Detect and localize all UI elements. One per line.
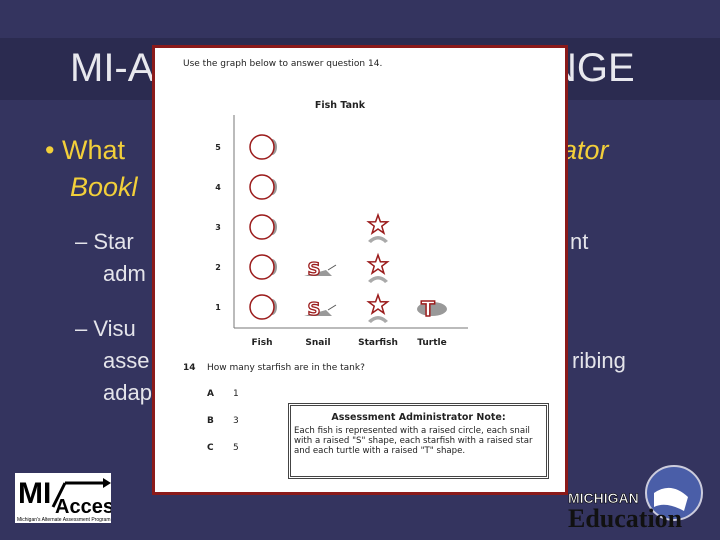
svg-text:Access: Access <box>55 496 111 518</box>
x-tick-label: Snail <box>305 338 330 348</box>
y-tick-label: 3 <box>215 223 221 232</box>
svg-text:MI: MI <box>18 477 51 510</box>
x-tick-label: Turtle <box>417 338 447 348</box>
star-starfish-icon <box>366 292 390 323</box>
s-snail-icon: S <box>304 298 337 321</box>
svg-text:Michigan's Alternate Assessmen: Michigan's Alternate Assessment Program <box>17 517 111 523</box>
x-tick-label: Fish <box>252 338 273 348</box>
circle-fish-icon <box>249 174 277 200</box>
svg-text:S: S <box>308 299 321 320</box>
administrator-note: Assessment Administrator Note: Each fish… <box>288 403 549 479</box>
circle-fish-icon <box>249 294 277 320</box>
bullet1-right: ator <box>562 135 609 165</box>
sub2-line2-right: ribing <box>572 348 626 373</box>
question-text: How many starfish are in the tank? <box>207 363 365 373</box>
option-a-value: 1 <box>233 389 239 399</box>
circle-fish-icon <box>249 214 277 240</box>
y-tick-label: 1 <box>215 303 221 312</box>
sub1-line2: adm <box>103 261 146 286</box>
option-b-value: 3 <box>233 416 239 426</box>
sub2-line2: asse <box>103 348 150 373</box>
svg-text:T: T <box>421 297 435 321</box>
question-number: 14 <box>183 363 196 373</box>
test-page-image: Use the graph below to answer question 1… <box>152 45 568 495</box>
x-tick-label: Starfish <box>358 338 398 348</box>
y-tick-label: 5 <box>215 143 221 152</box>
slide-title-left: MI-A <box>70 46 155 90</box>
star-starfish-icon <box>366 212 390 243</box>
circle-fish-icon <box>249 134 277 160</box>
option-c-value: 5 <box>233 443 239 453</box>
note-text: Each fish is represented with a raised c… <box>294 426 533 456</box>
sub2-line3: adap <box>103 380 152 405</box>
bullet1-left: • What <box>45 135 125 165</box>
s-snail-icon: S <box>304 258 337 281</box>
bullet1-line2: Bookl <box>70 172 138 202</box>
sub2-left: – Visu <box>75 316 136 341</box>
sub1-right: nt <box>570 229 589 254</box>
chart-title: Fish Tank <box>315 100 366 111</box>
svg-text:Education: Education <box>568 504 683 531</box>
circle-fish-icon <box>249 254 277 280</box>
note-title: Assessment Administrator Note: <box>331 412 506 423</box>
michigan-education-logo: MICHIGAN Education <box>566 463 706 533</box>
sub1-left: – Star <box>75 229 134 254</box>
mi-access-logo: MI Access Michigan's Alternate Assessmen… <box>15 473 125 523</box>
option-a-letter: A <box>207 389 214 399</box>
t-turtle-icon: T <box>417 296 447 322</box>
svg-text:S: S <box>308 259 321 280</box>
option-c-letter: C <box>207 443 214 453</box>
option-b-letter: B <box>207 416 214 426</box>
fish-tank-pictograph: Fish Tank 1 2 3 4 5 Fish Snail SS Starfish Turtle T <box>215 100 468 348</box>
star-starfish-icon <box>366 252 390 283</box>
y-tick-label: 4 <box>215 183 221 192</box>
y-tick-label: 2 <box>215 263 221 272</box>
